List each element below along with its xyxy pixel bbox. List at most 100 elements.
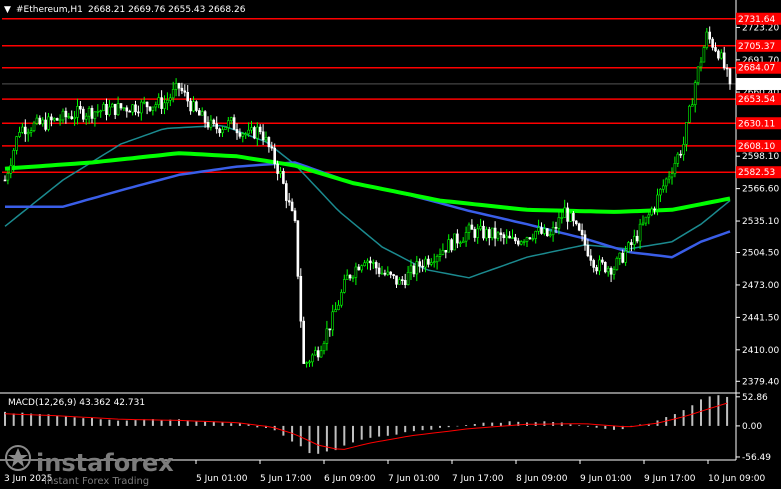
candle-body bbox=[273, 147, 277, 165]
price-chart[interactable]: 2723.202691.702660.402629.102598.102566.… bbox=[0, 0, 781, 489]
candle-body bbox=[572, 213, 575, 222]
candle-body bbox=[699, 61, 703, 68]
candle-body bbox=[163, 102, 166, 109]
candle-body bbox=[328, 328, 332, 331]
candle-body bbox=[157, 97, 160, 105]
candle-body bbox=[218, 128, 221, 134]
macd-histogram-bar bbox=[56, 415, 59, 426]
candle-body bbox=[215, 123, 218, 130]
macd-histogram-bar bbox=[569, 424, 572, 426]
macd-histogram-bar bbox=[682, 410, 685, 426]
candle-body bbox=[511, 237, 514, 239]
candle-body bbox=[15, 136, 18, 151]
candle-body bbox=[131, 104, 134, 113]
level-label: 2731.64 bbox=[738, 15, 775, 25]
candle-body bbox=[96, 111, 100, 113]
candle-body bbox=[102, 103, 105, 112]
candle-body bbox=[688, 105, 691, 123]
candle-body bbox=[287, 200, 291, 203]
macd-histogram-bar bbox=[430, 425, 433, 430]
candle-body bbox=[650, 208, 654, 216]
y-tick-label: 2504.50 bbox=[742, 249, 779, 259]
macd-histogram-bar bbox=[700, 399, 702, 426]
macd-histogram-bar bbox=[230, 423, 233, 426]
candle-body bbox=[235, 129, 239, 134]
candle-body bbox=[360, 265, 364, 271]
candle-body bbox=[592, 260, 596, 268]
candle-body bbox=[525, 237, 529, 242]
macd-histogram-bar bbox=[595, 425, 598, 428]
level-label: 2582.53 bbox=[738, 168, 775, 178]
candle-body bbox=[696, 66, 700, 83]
candle-body bbox=[293, 210, 297, 221]
candle-body bbox=[351, 276, 355, 279]
candle-body bbox=[79, 106, 82, 110]
candle-body bbox=[209, 119, 213, 128]
candle-body bbox=[470, 224, 474, 230]
collapse-arrow-icon[interactable]: ▼ bbox=[4, 5, 11, 15]
macd-histogram-bar bbox=[91, 417, 93, 426]
candle-body bbox=[284, 183, 288, 201]
level-label: 2705.37 bbox=[738, 42, 775, 52]
candle-body bbox=[682, 144, 685, 155]
candle-body bbox=[447, 239, 451, 253]
candle-body bbox=[82, 108, 85, 120]
candle-body bbox=[690, 104, 694, 107]
x-tick-label: 8 Jun 09:00 bbox=[516, 474, 568, 484]
candle-body bbox=[638, 223, 642, 242]
macd-histogram-bar bbox=[38, 414, 41, 426]
candle-body bbox=[377, 267, 381, 274]
candle-body bbox=[560, 217, 564, 219]
candle-body bbox=[632, 235, 636, 245]
candle-body bbox=[586, 244, 590, 257]
candle-body bbox=[398, 279, 401, 285]
candle-body bbox=[545, 228, 549, 237]
candle-body bbox=[693, 82, 697, 105]
candle-body bbox=[299, 275, 303, 322]
candle-body bbox=[551, 226, 555, 235]
candle-body bbox=[450, 239, 453, 251]
candle-body bbox=[400, 279, 404, 281]
candle-body bbox=[725, 67, 729, 70]
macd-histogram-bar bbox=[708, 396, 711, 426]
candle-body bbox=[670, 173, 674, 178]
candle-body bbox=[171, 89, 175, 99]
candle-body bbox=[73, 117, 76, 120]
candle-body bbox=[557, 217, 561, 229]
candle-body bbox=[195, 101, 198, 111]
candle-body bbox=[722, 52, 726, 69]
candle-body bbox=[714, 47, 717, 52]
macd-histogram-bar bbox=[613, 425, 615, 430]
candle-body bbox=[180, 87, 184, 92]
candle-body bbox=[371, 262, 375, 264]
candle-body bbox=[606, 267, 610, 273]
candle-body bbox=[261, 131, 265, 141]
level-label: 2608.10 bbox=[738, 142, 775, 152]
candle-body bbox=[26, 131, 30, 135]
candle-body bbox=[140, 101, 143, 114]
chart-background bbox=[0, 0, 781, 489]
macd-y-tick-label: 0.00 bbox=[742, 422, 762, 432]
candle-body bbox=[435, 255, 439, 263]
candle-body bbox=[363, 262, 366, 267]
candle-body bbox=[627, 242, 630, 252]
candle-body bbox=[345, 274, 349, 280]
candle-body bbox=[166, 99, 169, 104]
macd-histogram-bar bbox=[195, 421, 198, 426]
candle-body bbox=[137, 111, 140, 114]
candle-body bbox=[84, 115, 88, 120]
macd-histogram-bar bbox=[378, 425, 381, 437]
watermark-brand: instaforex bbox=[36, 449, 174, 477]
candle-body bbox=[580, 229, 584, 235]
candle-body bbox=[111, 103, 114, 108]
candle-body bbox=[145, 101, 149, 108]
candle-body bbox=[142, 101, 146, 104]
candle-body bbox=[418, 261, 422, 267]
candle-body bbox=[38, 117, 42, 125]
candle-body bbox=[456, 233, 459, 244]
candle-body bbox=[311, 354, 314, 363]
candle-body bbox=[673, 163, 677, 175]
candle-body bbox=[514, 237, 517, 242]
y-tick-label: 2379.40 bbox=[742, 377, 779, 387]
candle-body bbox=[116, 103, 120, 115]
